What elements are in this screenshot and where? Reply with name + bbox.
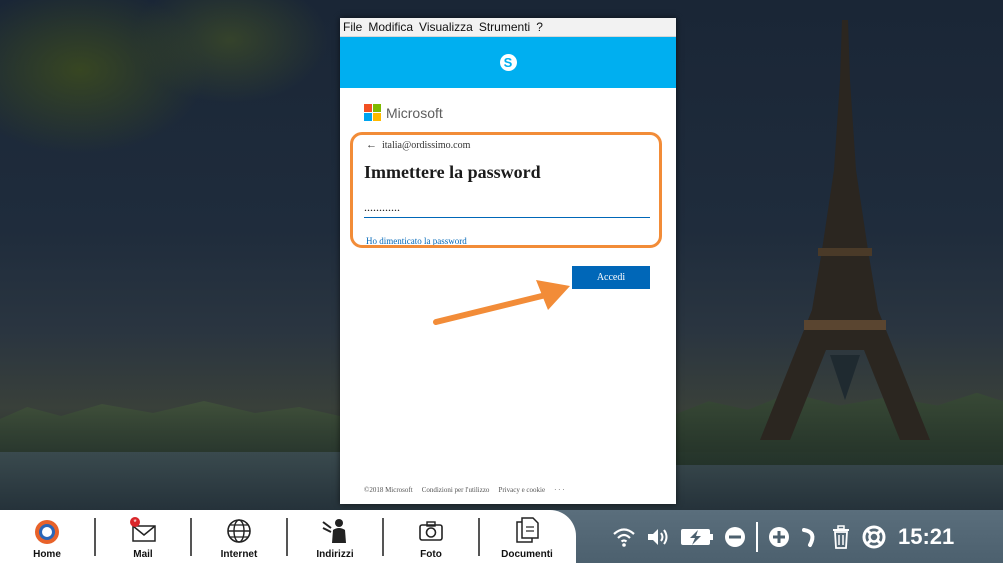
skype-header: S [340,37,676,88]
dock-label: Internet [220,549,258,560]
menubar: File Modifica Visualizza Strumenti ? [340,18,676,37]
help-lifebuoy-icon[interactable] [862,524,886,550]
more-options-icon[interactable]: · · · [554,486,565,494]
wifi-icon[interactable] [612,524,636,550]
app-window: File Modifica Visualizza Strumenti ? S M… [340,18,676,504]
camera-icon [414,516,448,546]
zoom-out-icon[interactable] [724,524,746,550]
microsoft-brand-text: Microsoft [386,104,443,121]
menu-help[interactable]: ? [536,20,543,34]
taskbar: Home * Mail Internet Indirizzi Foto Docu… [0,510,1003,563]
copyright-text: ©2018 Microsoft [364,486,413,494]
clock[interactable]: 15:21 [898,524,954,550]
app-dock: Home * Mail Internet Indirizzi Foto Docu… [0,510,576,563]
contacts-icon [318,516,352,546]
tray-divider [756,521,758,552]
menu-modifica[interactable]: Modifica [368,20,413,34]
account-row: ← italia@ordissimo.com [366,139,470,151]
skype-logo-icon: S [499,54,517,71]
trash-icon[interactable] [830,524,852,550]
microsoft-logo: Microsoft [364,104,443,121]
orange-arrow-icon [433,280,570,325]
account-email: italia@ordissimo.com [382,139,471,151]
undo-icon[interactable] [800,524,820,550]
password-field[interactable] [364,197,650,218]
wallpaper-trees-left [0,401,340,455]
dock-documenti[interactable]: Documenti [480,510,574,563]
documents-icon [510,516,544,546]
home-logo-icon [30,516,64,546]
system-tray: 15:21 [612,510,995,563]
dock-internet[interactable]: Internet [192,510,286,563]
privacy-link[interactable]: Privacy e cookie [498,486,545,494]
dock-foto[interactable]: Foto [384,510,478,563]
dock-label: Home [33,549,61,560]
sign-in-button[interactable]: Accedi [572,266,650,289]
dock-label: Indirizzi [316,549,354,560]
terms-link[interactable]: Condizioni per l'utilizzo [422,486,490,494]
dock-indirizzi[interactable]: Indirizzi [288,510,382,563]
login-footer: ©2018 Microsoft Condizioni per l'utilizz… [364,486,565,494]
menu-file[interactable]: File [343,20,362,34]
dock-label: Foto [420,549,442,560]
eiffel-tower-image [760,20,930,440]
menu-strumenti[interactable]: Strumenti [479,20,530,34]
svg-text:*: * [133,518,136,527]
zoom-in-icon[interactable] [768,524,790,550]
mail-icon: * [126,516,160,546]
dock-label: Documenti [501,549,553,560]
login-form: Microsoft ← italia@ordissimo.com Immette… [340,88,676,503]
globe-icon [222,516,256,546]
dock-home[interactable]: Home [0,510,94,563]
forgot-password-link[interactable]: Ho dimenticato la password [366,236,467,246]
volume-icon[interactable] [646,524,670,550]
back-arrow-icon[interactable]: ← [366,139,377,151]
dock-mail[interactable]: * Mail [96,510,190,563]
battery-charging-icon[interactable] [680,524,714,550]
page-title: Immettere la password [364,162,541,182]
menu-visualizza[interactable]: Visualizza [419,20,473,34]
microsoft-squares-icon [364,104,381,121]
dock-label: Mail [133,549,153,560]
